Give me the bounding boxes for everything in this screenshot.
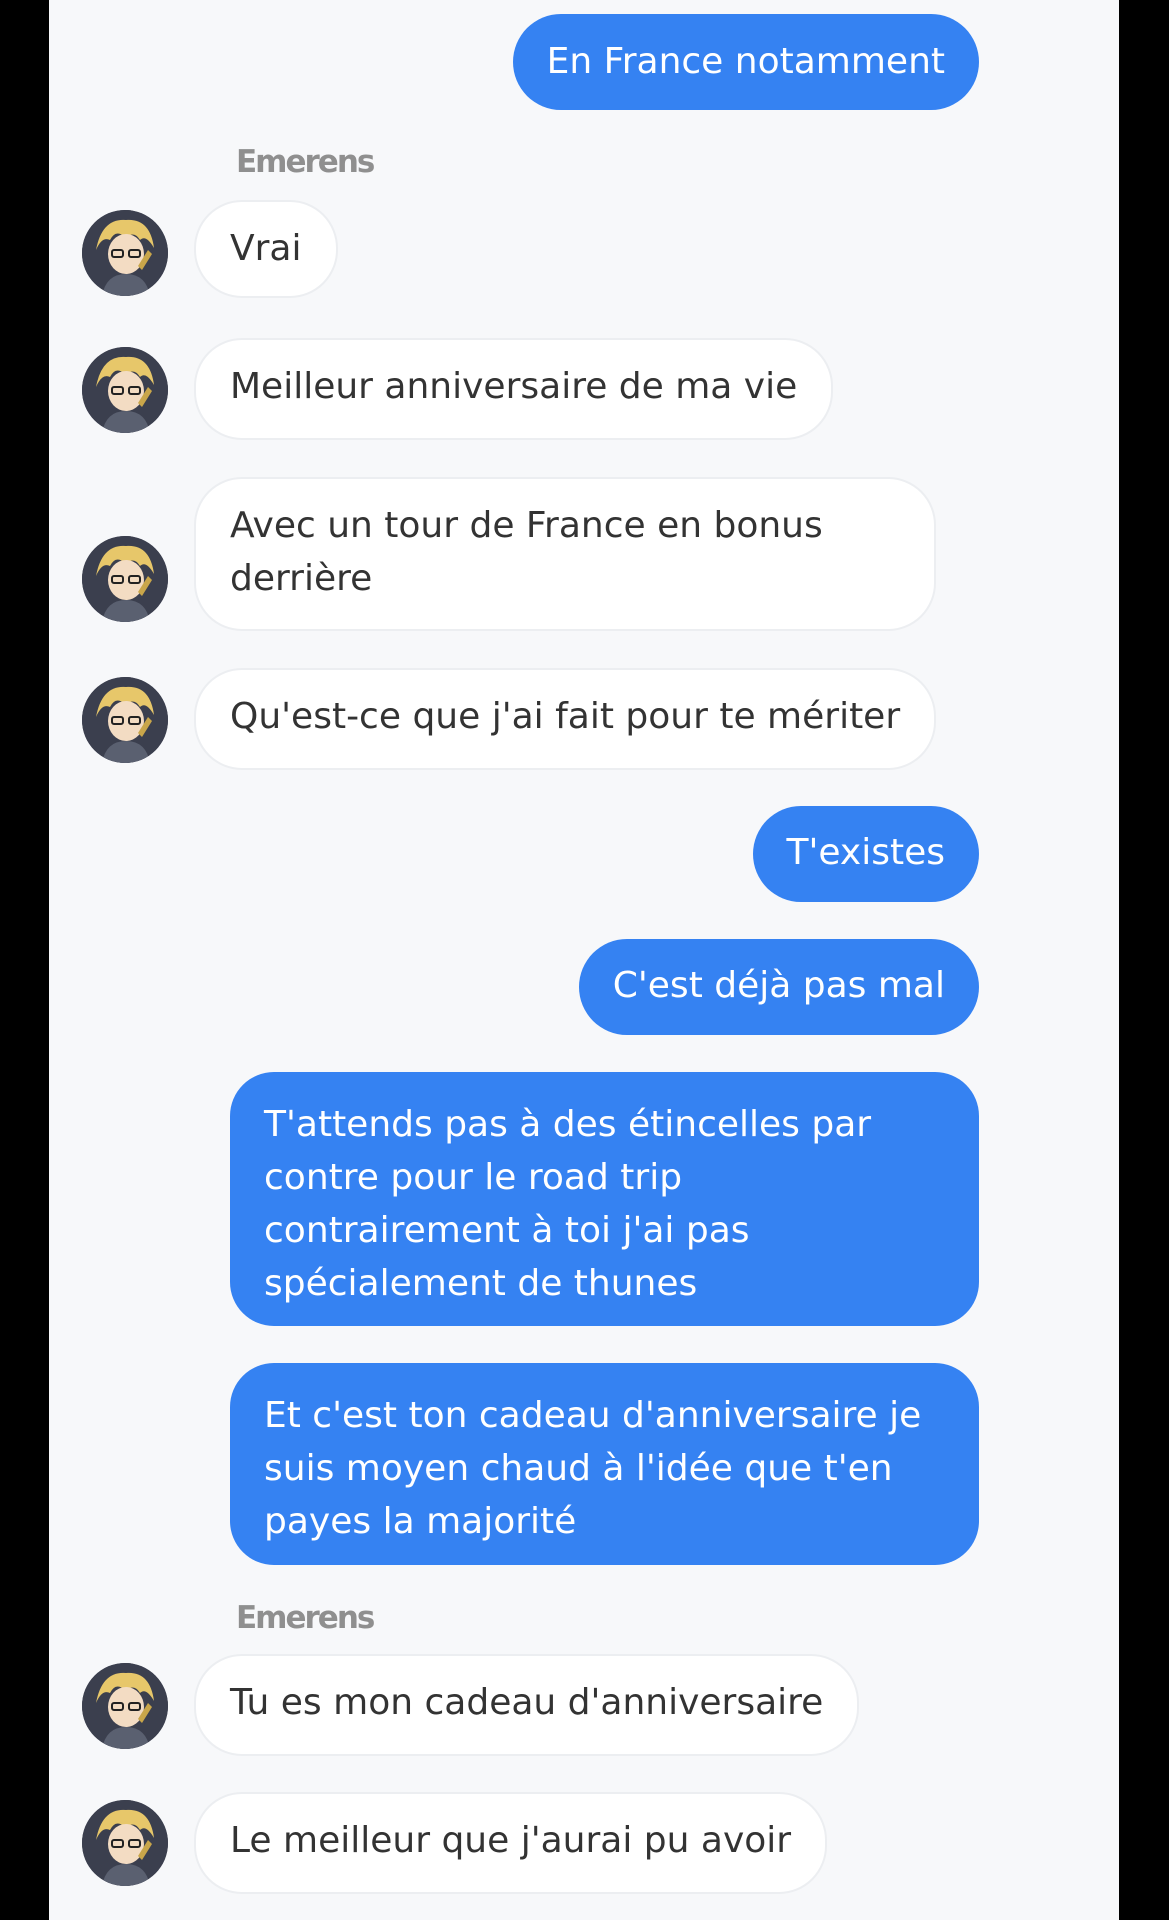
avatar[interactable]	[82, 210, 168, 296]
avatar[interactable]	[82, 1663, 168, 1749]
message-bubble-outgoing[interactable]: En France notamment	[512, 14, 979, 110]
message-bubble-incoming[interactable]: Meilleur anniversaire de ma vie	[194, 338, 834, 440]
message-bubble-incoming[interactable]: Qu'est-ce que j'ai fait pour te mériter	[194, 668, 937, 770]
avatar[interactable]	[82, 536, 168, 622]
chat-panel: En France notamment Emerens Vrai Meilleu…	[49, 0, 1119, 1920]
message-bubble-outgoing[interactable]: T'attends pas à des étincelles par contr…	[230, 1072, 979, 1326]
sender-name: Emerens	[236, 1600, 375, 1636]
avatar-icon	[82, 677, 168, 763]
avatar[interactable]	[82, 677, 168, 763]
avatar-icon	[82, 1800, 168, 1886]
message-bubble-incoming[interactable]: Le meilleur que j'aurai pu avoir	[194, 1792, 828, 1894]
message-bubble-incoming[interactable]: Tu es mon cadeau d'anniversaire	[194, 1654, 860, 1756]
message-bubble-outgoing[interactable]: Et c'est ton cadeau d'anniversaire je su…	[230, 1363, 979, 1565]
avatar-icon	[82, 536, 168, 622]
avatar[interactable]	[82, 1800, 168, 1886]
message-thread[interactable]: En France notamment Emerens Vrai Meilleu…	[49, 0, 1119, 1920]
avatar-icon	[82, 210, 168, 296]
sender-name: Emerens	[236, 144, 375, 180]
message-bubble-incoming[interactable]: Avec un tour de France en bonus derrière	[194, 477, 936, 631]
message-bubble-outgoing[interactable]: C'est déjà pas mal	[578, 939, 979, 1035]
avatar-icon	[82, 1663, 168, 1749]
avatar-icon	[82, 347, 168, 433]
avatar[interactable]	[82, 347, 168, 433]
message-bubble-incoming[interactable]: Vrai	[194, 200, 338, 298]
message-bubble-outgoing[interactable]: T'existes	[752, 806, 979, 902]
